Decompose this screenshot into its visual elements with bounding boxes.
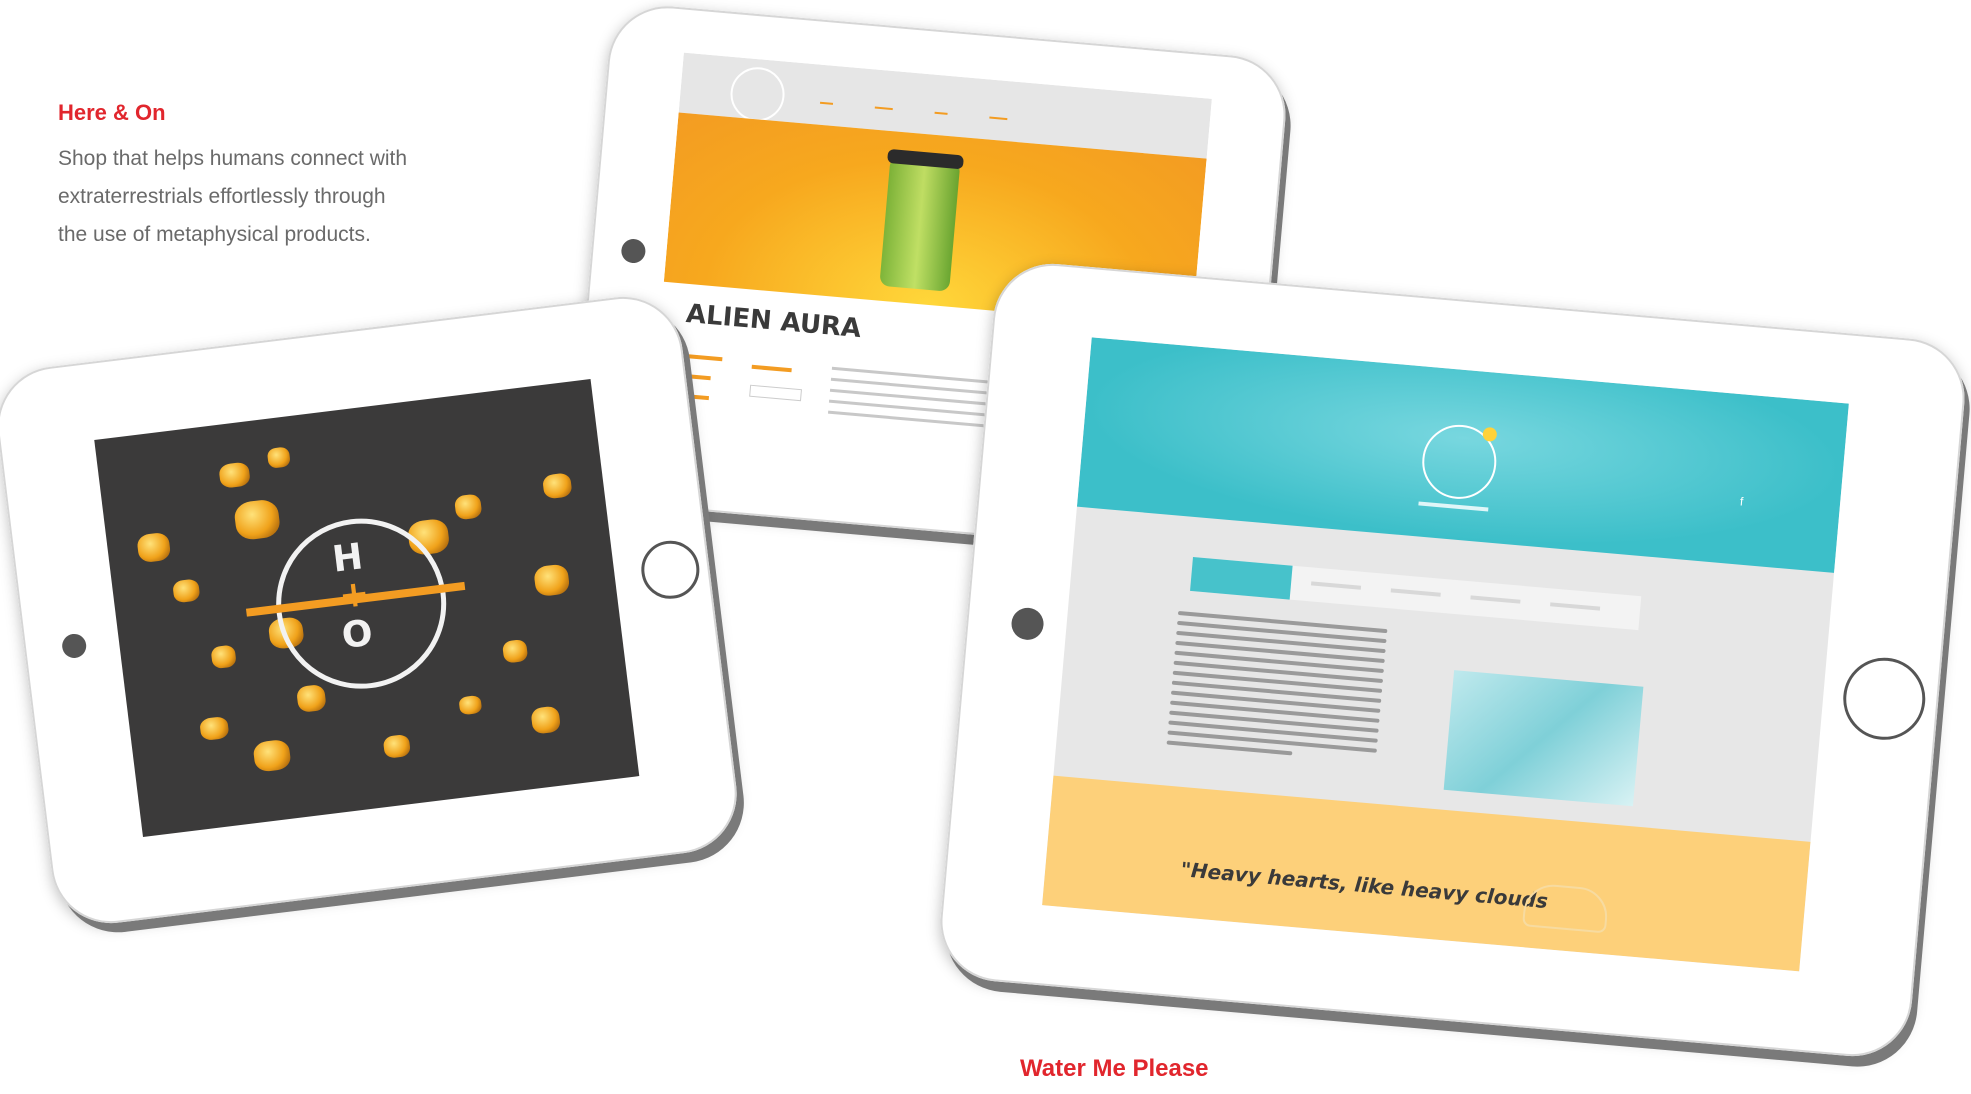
gold-nugget: [233, 498, 282, 542]
water-me-please-title: Water Me Please: [1020, 1055, 1209, 1082]
description-line: the use of metaphysical products.: [58, 223, 371, 246]
tab-active[interactable]: [1190, 556, 1293, 600]
logo-screen: H + O: [94, 379, 640, 837]
gold-nugget: [458, 694, 483, 716]
description-line: Shop that helps humans connect with: [58, 147, 408, 170]
tab[interactable]: [1550, 602, 1601, 611]
gold-nugget: [295, 683, 327, 714]
price-tag: [751, 364, 792, 373]
water-me-screen: f "Heavy hearts, like heavy clouds: [1042, 337, 1849, 972]
gold-nugget: [136, 531, 172, 564]
logo-plus: +: [336, 572, 372, 618]
price-swatch: [682, 353, 723, 362]
gold-nugget: [218, 461, 251, 489]
here-and-on-description: Shop that helps humans connect with extr…: [58, 140, 538, 254]
site-header: f: [1076, 337, 1849, 573]
tab[interactable]: [1470, 595, 1521, 604]
logo-letter-o: O: [339, 612, 375, 658]
gold-nugget: [252, 738, 292, 773]
nav-item[interactable]: [874, 95, 894, 111]
tablet-camera: [60, 632, 88, 660]
facebook-icon[interactable]: f: [1739, 494, 1752, 509]
add-to-cart-button[interactable]: [749, 384, 802, 402]
here-and-on-title: Here & On: [58, 100, 166, 125]
home-button[interactable]: [1839, 654, 1929, 744]
nav-item[interactable]: [819, 90, 835, 105]
body-text: [1166, 610, 1388, 769]
logo-mark: [728, 65, 787, 124]
gold-nugget: [172, 578, 201, 604]
tablet-camera: [1010, 606, 1045, 642]
nav-item[interactable]: [989, 105, 1009, 121]
quote-band: [1042, 775, 1811, 972]
tablet-water-me-please: f "Heavy hearts, like heavy clouds: [935, 258, 1970, 1062]
tab[interactable]: [1390, 588, 1441, 597]
gold-nugget: [199, 715, 230, 742]
gold-nugget: [541, 472, 573, 500]
gold-nugget: [210, 644, 237, 670]
gold-nugget: [533, 563, 571, 598]
gold-nugget: [382, 733, 412, 759]
nav-item[interactable]: [934, 100, 949, 115]
plant-photo: [1443, 670, 1644, 807]
tablet-logo-screen: H + O: [0, 290, 744, 930]
gold-nugget: [501, 638, 529, 664]
tab[interactable]: [1310, 581, 1362, 590]
sun-icon: [1482, 426, 1498, 442]
gold-nugget: [266, 446, 291, 469]
tablet-camera: [620, 238, 647, 265]
gold-nugget: [530, 705, 562, 735]
product-name: ALIEN AURA: [684, 298, 863, 345]
description-line: extraterrestrials effortlessly through: [58, 185, 386, 208]
product-image: [879, 156, 961, 292]
home-button[interactable]: [638, 537, 703, 603]
logo-wordmark: [1418, 501, 1489, 512]
gold-nugget: [453, 493, 483, 521]
